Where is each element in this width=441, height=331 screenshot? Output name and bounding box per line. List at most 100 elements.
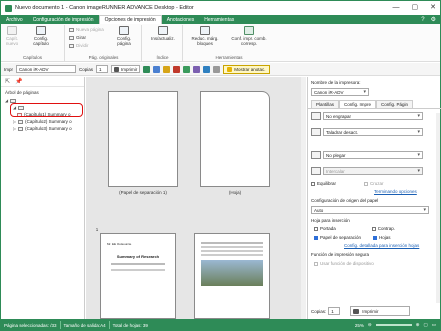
combined-print-button[interactable]: Conf. impr. comb. corresp. [228, 26, 270, 46]
group-tools: Reduc. márg. bloques Conf. impr. comb. c… [184, 25, 274, 61]
folder-icon[interactable] [163, 65, 171, 73]
refresh-icon[interactable] [183, 65, 191, 73]
printer-select[interactable]: Canon iR-ADV [16, 65, 76, 73]
face-up-checkbox[interactable] [364, 181, 369, 186]
panel-copies-input[interactable]: 1 [328, 307, 341, 315]
sheets-checkbox[interactable] [373, 235, 378, 240]
tab-print-options[interactable]: Opciones de impresión [98, 15, 162, 24]
collapse-icon[interactable]: ⇱ [5, 78, 10, 85]
text-line [201, 254, 263, 256]
tab-print-settings[interactable]: Configuración de impresión [28, 15, 99, 24]
combined-print-label: Conf. impr. comb. corresp. [231, 36, 267, 46]
rotate-icon [69, 35, 74, 40]
tab-print-config[interactable]: Config. Impre [339, 100, 377, 108]
text-line [111, 263, 165, 265]
main-window: Nuevo documento 1 - Canon imageRUNNER AD… [0, 0, 441, 331]
panel-print-button[interactable]: Imprimir [350, 306, 411, 316]
maximize-button[interactable]: ▢ [412, 4, 419, 11]
page-caption-sheet: (Hoja) [228, 190, 242, 195]
insert-tab-button[interactable]: Ins/actualiz. [146, 26, 180, 41]
copies-input[interactable]: 1 [96, 65, 109, 73]
split-button[interactable]: Dividir [69, 43, 89, 48]
finishing-options-link[interactable]: Terminando opciones [374, 189, 417, 194]
save-icon[interactable] [153, 65, 161, 73]
minimize-button[interactable]: — [393, 4, 400, 11]
print-row: Copias: 1 Imprimir [311, 306, 411, 316]
front-cover-checkbox[interactable] [314, 226, 318, 231]
fold-select[interactable]: No plegar [323, 151, 423, 159]
punch-row: Taladrar desact. [311, 128, 423, 136]
preview-icon[interactable] [143, 65, 151, 73]
staple-icon [311, 112, 321, 120]
tree-item-chapter3[interactable]: ▷ (Capítulo3) Summary o [5, 125, 84, 132]
page-config-icon [119, 26, 129, 35]
new-chapter-button[interactable]: Capít. nuevo [3, 26, 21, 46]
sheet-insert-label: Hoja para inserción [311, 218, 350, 223]
text-line [201, 242, 263, 244]
annotate-icon[interactable] [173, 65, 181, 73]
grid-icon[interactable] [203, 65, 211, 73]
tab-archivo[interactable]: Archivo [1, 15, 28, 24]
rotate-button[interactable]: Girar [69, 35, 86, 40]
tree-item-chapter2[interactable]: ▷ (Capítulo2) Summary o [5, 118, 84, 125]
zoom-slider[interactable] [375, 324, 412, 326]
new-page-button[interactable]: Nueva página [69, 27, 104, 32]
tab-tools[interactable]: Herramientas [199, 15, 239, 24]
new-page-label: Nueva página [76, 27, 104, 32]
fit-page-icon[interactable]: ▢ [423, 322, 427, 328]
show-annotations-button[interactable]: Mostrar anotac. [223, 64, 270, 74]
print-button[interactable]: Imprimir [111, 65, 141, 73]
interleave-select[interactable]: Intercalar [323, 167, 423, 175]
tree-item-label: (Capítulo2) Summary o [25, 119, 72, 124]
page-config-button[interactable]: Config. página [110, 26, 138, 46]
highlight-ring [10, 103, 83, 117]
sheets-label: Hojas [379, 235, 391, 240]
cover-row: Portada Contrap. [314, 226, 395, 231]
text-line [111, 269, 165, 271]
pin-icon[interactable]: 📌 [15, 78, 22, 85]
page-number: 1 [95, 227, 99, 232]
zoom-in-icon[interactable]: ⊕ [416, 322, 420, 328]
back-cover-checkbox[interactable] [371, 226, 376, 231]
fold-row: No plegar [311, 151, 423, 159]
tab-page-config[interactable]: Config. Págin [376, 100, 414, 108]
undo-icon[interactable] [213, 65, 221, 73]
app-icon [5, 4, 12, 12]
printer-name-select[interactable]: Canon iR-ADV [311, 88, 369, 96]
group-index-label: Índice [156, 55, 169, 60]
page-thumb-2[interactable] [194, 233, 270, 319]
page-thumb-separator[interactable] [108, 91, 178, 187]
group-orig-pages: Nueva página Girar Dividir Config. págin… [66, 25, 142, 61]
punch-icon [311, 128, 321, 136]
tab-templates[interactable]: Plantillas [311, 100, 340, 108]
copies-label: Copias [79, 66, 94, 72]
paper-source-label: Configuración de origen del papel [311, 198, 379, 203]
help-icon[interactable]: ? [421, 17, 424, 23]
close-button[interactable]: ✕ [430, 4, 436, 11]
detailed-insert-link[interactable]: Config. detallada para inserción hojas [344, 243, 419, 248]
ribbon: Capít. nuevo Config. capítulo Capítulos … [1, 24, 440, 62]
status-bar: Página seleccionadas: /33 Tamaño de sali… [1, 319, 440, 331]
settings-icon[interactable]: ⚙ [431, 16, 436, 23]
fit-width-icon[interactable]: ▭ [432, 322, 436, 328]
face-down-checkbox[interactable] [311, 181, 315, 186]
group-tools-label: Herramientas [215, 55, 243, 60]
settings-scrollbar[interactable] [436, 113, 440, 303]
staple-select[interactable]: No engrapar [323, 112, 423, 120]
ribbon-tabs: Archivo Configuración de impresión Opcio… [1, 15, 440, 24]
status-divider [59, 321, 61, 329]
link-icon[interactable] [193, 65, 201, 73]
separator-checkbox[interactable] [314, 235, 318, 240]
zoom-controls: 25% ⊖ ⊕ ▢ ▭ [355, 322, 440, 328]
chapter-config-button[interactable]: Config. capítulo [27, 26, 55, 46]
page-thumb-sheet[interactable] [200, 91, 270, 187]
paper-size: Tamaño de salida:A4 [63, 322, 106, 328]
page-view-scrollbar[interactable] [301, 77, 306, 319]
reduce-margins-button[interactable]: Reduc. márg. bloques [188, 26, 222, 46]
tab-annotations[interactable]: Anotaciones [162, 15, 200, 24]
secure-use-checkbox[interactable] [314, 261, 318, 266]
paper-source-select[interactable]: Auto [311, 206, 429, 214]
zoom-out-icon[interactable]: ⊖ [368, 322, 372, 328]
punch-select[interactable]: Taladrar desact. [323, 128, 423, 136]
page-thumb-1[interactable]: Mr. EE Outsourcie Summary of Research [100, 233, 176, 319]
